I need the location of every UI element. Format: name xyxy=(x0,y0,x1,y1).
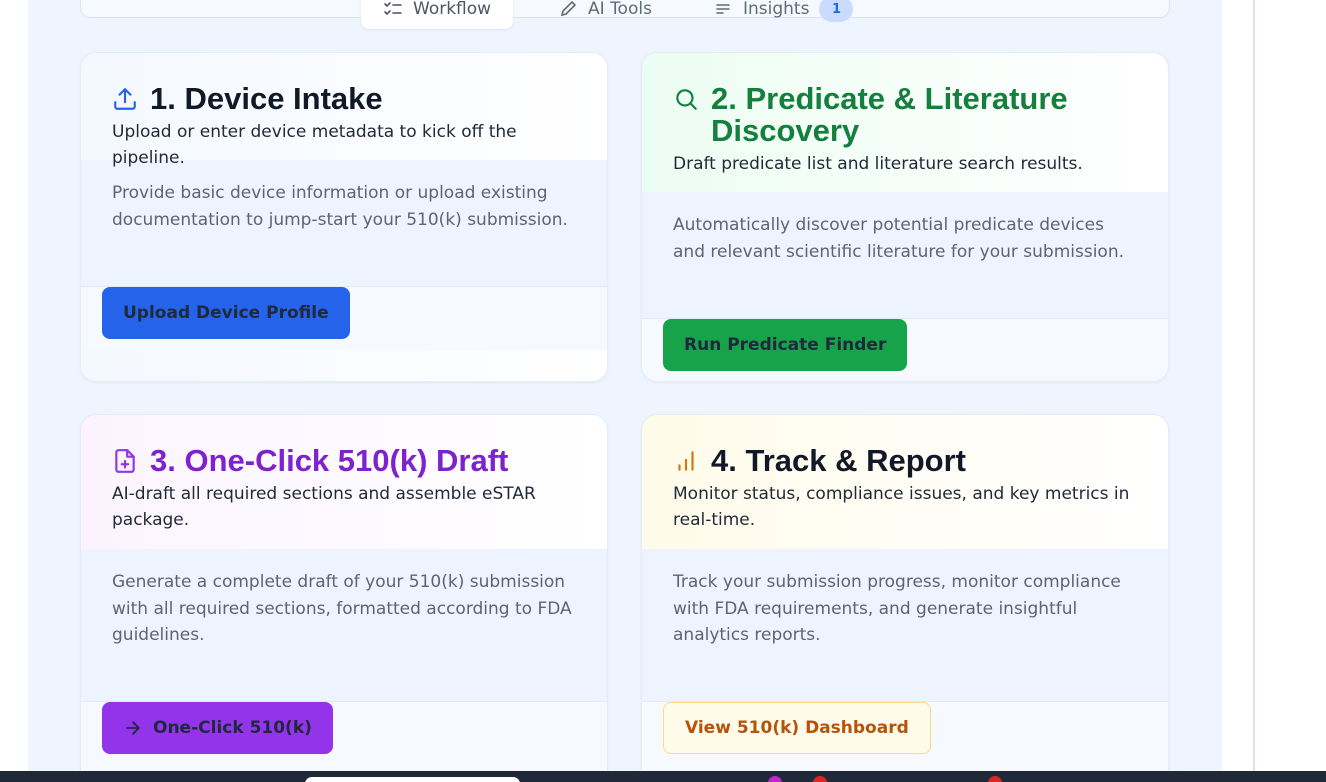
button-label: View 510(k) Dashboard xyxy=(685,718,909,738)
card-footer: View 510(k) Dashboard xyxy=(642,701,1168,771)
card-description: Generate a complete draft of your 510(k)… xyxy=(81,549,607,701)
tab-label: Workflow xyxy=(413,0,492,19)
card-device-intake: 1. Device Intake Upload or enter device … xyxy=(80,52,608,382)
card-header: 4. Track & Report Monitor status, compli… xyxy=(642,415,1168,549)
card-header: 3. One-Click 510(k) Draft AI-draft all r… xyxy=(81,415,607,549)
taskbar-app-icon[interactable] xyxy=(988,776,1002,782)
tab-ai-tools[interactable]: AI Tools xyxy=(536,0,674,29)
search-icon xyxy=(673,86,699,112)
os-taskbar xyxy=(0,771,1326,782)
tab-insights[interactable]: Insights 1 xyxy=(691,0,875,29)
right-panel xyxy=(1222,0,1326,782)
bar-chart-icon xyxy=(673,448,699,474)
button-label: Run Predicate Finder xyxy=(684,335,887,355)
list-check-icon xyxy=(383,0,403,19)
card-footer: One-Click 510(k) xyxy=(81,701,607,771)
file-plus-icon xyxy=(112,448,138,474)
card-subtitle: Monitor status, compliance issues, and k… xyxy=(673,484,1130,530)
card-title: 1. Device Intake xyxy=(150,81,383,116)
card-one-click-draft: 3. One-Click 510(k) Draft AI-draft all r… xyxy=(80,414,608,782)
card-description: Track your submission progress, monitor … xyxy=(642,549,1168,701)
card-description: Provide basic device information or uplo… xyxy=(81,160,607,287)
card-track-report: 4. Track & Report Monitor status, compli… xyxy=(641,414,1169,782)
card-header: 1. Device Intake Upload or enter device … xyxy=(81,53,607,169)
card-footer: Upload Device Profile xyxy=(81,286,607,350)
card-subtitle: Draft predicate list and literature sear… xyxy=(673,154,1083,174)
taskbar-app-icon[interactable] xyxy=(768,776,782,782)
taskbar-search[interactable] xyxy=(305,777,520,782)
run-predicate-finder-button[interactable]: Run Predicate Finder xyxy=(663,319,908,371)
upload-icon xyxy=(112,86,138,112)
tab-label: Insights xyxy=(743,0,810,19)
taskbar-app-icon[interactable] xyxy=(813,776,827,782)
card-title: 3. One-Click 510(k) Draft xyxy=(150,443,509,478)
card-title: 2. Predicate & Literature Discovery xyxy=(711,81,1068,148)
tab-workflow[interactable]: Workflow xyxy=(361,0,514,29)
right-panel-divider xyxy=(1253,0,1255,782)
card-title: 4. Track & Report xyxy=(711,443,966,478)
list-icon xyxy=(713,0,733,19)
card-description: Automatically discover potential predica… xyxy=(642,192,1168,319)
button-label: One-Click 510(k) xyxy=(153,718,312,738)
upload-device-profile-button[interactable]: Upload Device Profile xyxy=(102,287,350,339)
tab-bar: Workflow AI Tools Insights 1 xyxy=(80,0,1170,29)
card-header: 2. Predicate & Literature Discovery Draf… xyxy=(642,53,1168,192)
card-footer: Run Predicate Finder xyxy=(642,318,1168,381)
card-subtitle: AI-draft all required sections and assem… xyxy=(112,484,536,530)
card-predicate-discovery: 2. Predicate & Literature Discovery Draf… xyxy=(641,52,1169,382)
button-label: Upload Device Profile xyxy=(123,303,329,323)
notification-badge: 1 xyxy=(819,0,854,22)
one-click-510k-button[interactable]: One-Click 510(k) xyxy=(102,702,333,754)
left-margin xyxy=(0,0,28,782)
view-510k-dashboard-button[interactable]: View 510(k) Dashboard xyxy=(663,702,931,754)
arrow-right-icon xyxy=(123,718,143,738)
pen-icon xyxy=(558,0,578,19)
tab-label: AI Tools xyxy=(588,0,652,19)
